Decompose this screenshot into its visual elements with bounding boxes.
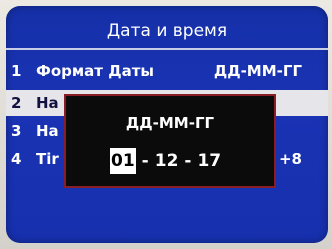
menu-item-number: 1 bbox=[11, 62, 22, 80]
month-field[interactable]: 12 bbox=[155, 151, 179, 171]
dialog-title: ДД-ММ-ГГ bbox=[125, 114, 215, 132]
menu-item-date-format[interactable]: 1 Формат Даты ДД-ММ-ГГ bbox=[6, 58, 328, 84]
menu-item-label: Tir bbox=[36, 150, 59, 168]
menu-item-label: На bbox=[36, 94, 59, 112]
menu-item-number: 3 bbox=[11, 122, 22, 140]
screen-title: Дата и время bbox=[106, 21, 228, 41]
lcd-screen: Дата и время 1 Формат Даты ДД-ММ-ГГ 2 На… bbox=[6, 6, 328, 243]
menu-item-number: 4 bbox=[11, 150, 22, 168]
date-edit-dialog: ДД-ММ-ГГ 01-12-17 bbox=[64, 94, 276, 188]
menu-item-number: 2 bbox=[11, 94, 22, 112]
date-input: 01-12-17 bbox=[110, 148, 221, 174]
menu-item-value: +8 bbox=[278, 150, 302, 168]
date-separator: - bbox=[184, 151, 192, 171]
menu-item-label: Формат Даты bbox=[36, 62, 154, 80]
menu-item-label: На bbox=[36, 122, 59, 140]
year-field[interactable]: 17 bbox=[197, 151, 221, 171]
menu-item-value: ДД-ММ-ГГ bbox=[213, 62, 302, 80]
date-separator: - bbox=[141, 151, 149, 171]
title-divider bbox=[6, 48, 328, 50]
day-field[interactable]: 01 bbox=[110, 148, 136, 174]
